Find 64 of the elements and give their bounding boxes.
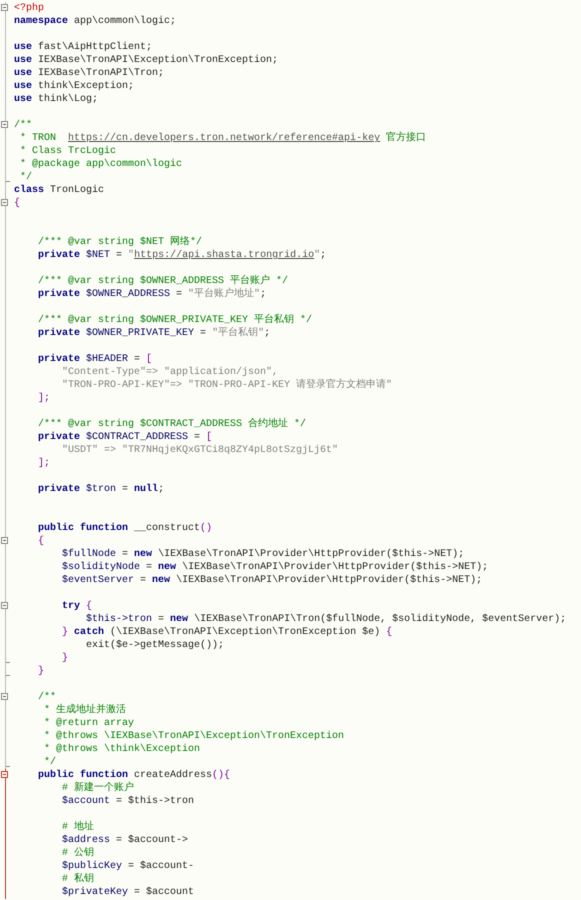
code-line: /*** @var string $OWNER_ADDRESS 平台账户 */ — [37, 275, 288, 288]
code-line: $publicKey = $account- — [61, 860, 194, 873]
fold-marker-icon[interactable] — [1, 4, 8, 11]
code-line: private $tron = null; — [37, 483, 164, 496]
code-line: $account = $this->tron — [61, 795, 194, 808]
code-line: * TRON https://cn.developers.tron.network/reference#api-key 官方接口 — [19, 132, 426, 145]
url-link[interactable]: https://api.shasta.trongrid.io — [134, 250, 314, 261]
code-line: private $OWNER_ADDRESS = "平台账户地址"; — [37, 288, 266, 301]
code-line: /** — [37, 691, 56, 704]
code-line: exit($e->getMessage()); — [85, 639, 224, 652]
code-line: { — [37, 535, 44, 548]
code-line: private $OWNER_PRIVATE_KEY = "平台私钥"; — [37, 327, 270, 340]
code-line: * @package app\common\logic — [19, 158, 182, 171]
fold-marker-icon[interactable] — [1, 602, 8, 609]
code-line: $eventServer = new \IEXBase\TronAPI\Provider\HttpProvider($this->NET); — [61, 574, 482, 587]
code-line: } — [61, 652, 68, 665]
code-line: public function __construct() — [37, 522, 212, 535]
code-line: namespace app\common\logic; — [14, 15, 176, 28]
code-line: use think\Exception; — [14, 80, 134, 93]
code-line: */ — [19, 171, 32, 184]
code-line: class TronLogic — [14, 184, 104, 197]
code-line: * 生成地址并激活 — [43, 704, 126, 717]
code-line: * Class TrcLogic — [19, 145, 116, 158]
code-line: # 地址 — [61, 821, 94, 834]
code-line: */ — [43, 756, 56, 769]
code-line: public function createAddress(){ — [37, 769, 230, 782]
fold-marker-icon[interactable] — [1, 771, 8, 778]
code-line: /*** @var string $OWNER_PRIVATE_KEY 平台私钥 */ — [37, 314, 312, 326]
fold-marker-icon[interactable] — [1, 537, 8, 544]
code-line: $this->tron = new \IEXBase\TronAPI\Tron($fullNode, $solidityNode, $eventServer); — [85, 613, 566, 626]
code-line: $solidityNode = new \IEXBase\TronAPI\Provider\HttpProvider($this->NET); — [61, 561, 488, 574]
code-line: } — [37, 665, 44, 678]
code-line: "Content-Type"=> "application/json", — [61, 366, 278, 379]
code-line: use fast\AipHttpClient; — [14, 41, 152, 54]
code-line: "USDT" => "TR7NHqjeKQxGTCi8q8ZY4pL8otSzgjLj6t" — [61, 444, 338, 457]
fold-marker-icon[interactable] — [1, 199, 8, 206]
code-line: $fullNode = new \IEXBase\TronAPI\Provider\HttpProvider($this->NET); — [61, 548, 464, 561]
code-line: } catch (\IEXBase\TronAPI\Exception\TronException $e) { — [61, 626, 392, 639]
code-line: ]; — [37, 457, 50, 470]
code-line: /*** @var string $NET 网络*/ — [37, 236, 202, 249]
code-line: ]; — [37, 392, 50, 405]
code-line: use IEXBase\TronAPI\Exception\TronException; — [14, 54, 278, 67]
code-line: private $CONTRACT_ADDRESS = [ — [37, 431, 212, 444]
fold-marker-icon[interactable] — [1, 693, 8, 700]
code-line: { — [14, 197, 20, 210]
code-line: * @return array — [43, 717, 134, 730]
code-line: # 新建一个账户 — [61, 782, 134, 795]
code-line: # 公钥 — [61, 847, 94, 860]
code-line: # 私钥 — [61, 873, 94, 886]
url-link[interactable]: https://cn.developers.tron.network/reference#api-key — [68, 133, 380, 144]
code-line: /** — [14, 119, 32, 132]
fold-marker-icon[interactable] — [1, 121, 8, 128]
code-line: $address = $account-> — [61, 834, 188, 847]
code-line: private $HEADER = [ — [37, 353, 152, 366]
code-line: <?php — [14, 2, 44, 15]
code-line: /*** @var string $CONTRACT_ADDRESS 合约地址 */ — [37, 418, 306, 431]
code-line: $privateKey = $account — [61, 886, 194, 899]
code-line: try { — [61, 600, 92, 613]
code-line: use IEXBase\TronAPI\Tron; — [14, 67, 164, 80]
code-line: "TRON-PRO-API-KEY"=> "TRON-PRO-API-KEY 请登录官方文档申请" — [61, 379, 392, 392]
code-line: * @throws \think\Exception — [43, 743, 200, 756]
code-line: use think\Log; — [14, 93, 98, 106]
code-line: private $NET = "https://api.shasta.trongrid.io"; — [37, 249, 326, 262]
code-line: * @throws \IEXBase\TronAPI\Exception\TronException — [43, 730, 344, 743]
